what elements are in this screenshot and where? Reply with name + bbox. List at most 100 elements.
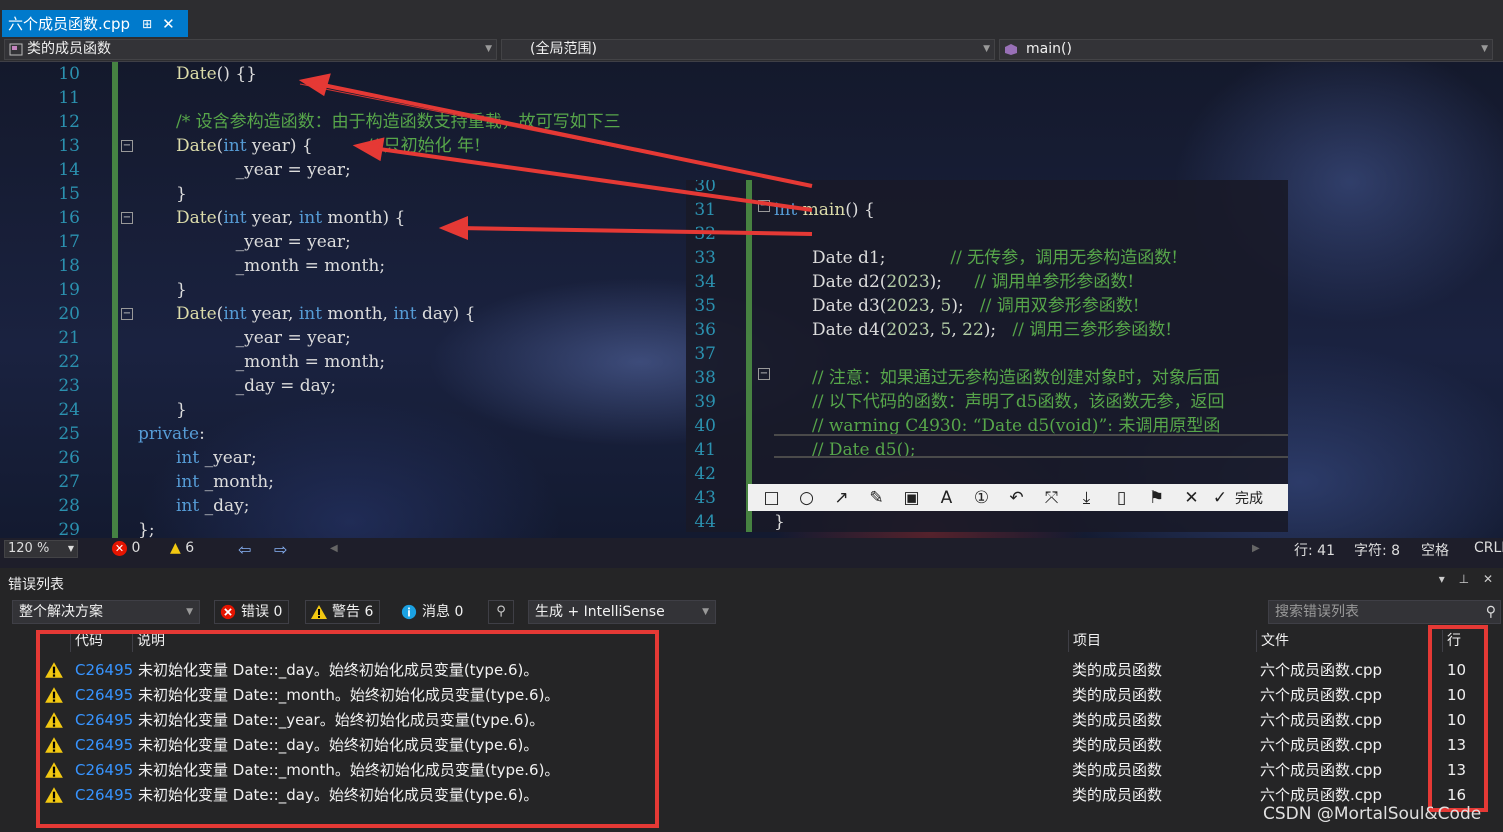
error-list-row[interactable]: C26495 未初始化变量 Date::_day。始终初始化成员变量(type.6… [0, 658, 1503, 683]
warnings-filter-label: 警告 6 [332, 604, 374, 620]
warning-code-link[interactable]: C26495 [75, 708, 133, 733]
editor-status-bar: 120 % ▼ ✕ 0 ▲ 6 ⇦ ⇨ ◀ ▶ 行: 41 字符: 8 空格 CR… [0, 538, 1503, 560]
error-count[interactable]: ✕ 0 [112, 540, 140, 556]
arrow-head [298, 73, 331, 97]
tab-active-file[interactable]: 六个成员函数.cpp ⊞ ✕ [2, 10, 188, 37]
line-ending[interactable]: CRLF [1474, 540, 1503, 556]
zoom-dropdown[interactable]: 120 % ▼ [4, 540, 78, 558]
search-icon[interactable]: ⚲ [1486, 601, 1496, 623]
warning-line: 10 [1447, 711, 1467, 729]
undo-icon[interactable]: ↶ [999, 488, 1034, 508]
filter-icon[interactable]: ⚲ [488, 600, 514, 624]
warning-description: 未初始化变量 Date::_day。始终初始化成员变量(type.6)。 [138, 786, 539, 804]
scope-filter-dropdown[interactable]: 整个解决方案 ▼ [12, 600, 200, 624]
warning-file: 六个成员函数.cpp [1260, 736, 1383, 754]
code-editor[interactable]: 10 Date() {} 11 12/* 设含参构造函数：由于构造函数支持重载，故可写… [0, 62, 1503, 538]
error-search-input[interactable]: 搜索错误列表 ⚲ [1268, 600, 1501, 624]
chevron-down-icon: ▼ [485, 44, 492, 54]
warning-icon [44, 786, 64, 812]
document-tab-bar: 六个成员函数.cpp ⊞ ✕ [0, 0, 1503, 38]
warning-count-value: 6 [185, 540, 195, 556]
errors-filter-label: 错误 0 [241, 604, 283, 620]
column-header-line[interactable]: 行 [1442, 630, 1503, 652]
warning-icon: ▲ [170, 540, 181, 556]
indent-mode[interactable]: 空格 [1421, 540, 1449, 560]
done-button[interactable]: 完成 [1235, 488, 1263, 508]
warning-file: 六个成员函数.cpp [1260, 711, 1383, 729]
bookmark-icon[interactable]: ⚑ [1139, 488, 1174, 508]
member-dropdown[interactable]: main() ▼ [999, 39, 1493, 60]
error-list-row[interactable]: C26495 未初始化变量 Date::_day。始终初始化成员变量(type.6… [0, 733, 1503, 758]
close-icon[interactable]: ✕ [1483, 572, 1493, 586]
arrow-head [438, 216, 468, 240]
snip-toolbar: □ ○ ↗ ✎ ▣ A ① ↶ ⤧ ⤓ ▯ ⚑ ✕ ✓ 完成 [748, 484, 1288, 511]
pin-screen-icon[interactable]: ▯ [1104, 488, 1139, 508]
error-list-title: 错误列表 [8, 577, 64, 593]
warning-code-link[interactable]: C26495 [75, 658, 133, 683]
build-source-dropdown[interactable]: 生成 + IntelliSense ▼ [528, 600, 716, 624]
pin-icon[interactable]: ⊥ [1459, 572, 1469, 586]
error-list-row[interactable]: C26495 未初始化变量 Date::_month。始终初始化成员变量(type… [0, 683, 1503, 708]
column-header-project[interactable]: 项目 [1068, 630, 1256, 652]
error-list-panel: 错误列表 ▾ ⊥ ✕ 整个解决方案 ▼ 错误 0 警告 6 消息 0 ⚲ 生成 … [0, 568, 1503, 832]
chevron-down-icon: ▼ [186, 607, 193, 617]
warning-code-link[interactable]: C26495 [75, 783, 133, 808]
warning-code-link[interactable]: C26495 [75, 683, 133, 708]
navigate-forward-icon[interactable]: ⇨ [274, 540, 287, 559]
scroll-left-icon[interactable]: ◀ [330, 543, 338, 554]
scroll-right-icon[interactable]: ▶ [1252, 543, 1260, 554]
build-source-label: 生成 + IntelliSense [535, 604, 665, 620]
error-list-row[interactable]: C26495 未初始化变量 Date::_year。始终初始化成员变量(type.… [0, 708, 1503, 733]
search-placeholder: 搜索错误列表 [1275, 604, 1359, 620]
warning-line: 13 [1447, 736, 1467, 754]
chevron-down-icon: ▼ [1481, 44, 1488, 54]
rectangle-icon[interactable]: □ [754, 488, 789, 508]
arrow-d2 [371, 146, 813, 212]
error-icon [220, 604, 236, 620]
chevron-down-icon: ▼ [702, 607, 709, 617]
warning-file: 六个成员函数.cpp [1260, 661, 1383, 679]
column-header-description[interactable]: 说明 [132, 630, 1068, 652]
scope-dropdown[interactable]: (全局范围) ▼ [501, 39, 995, 60]
tab-filename: 六个成员函数.cpp [8, 15, 131, 33]
pin-icon[interactable]: ⊞ [142, 17, 152, 31]
close-icon[interactable]: ✕ [162, 15, 175, 33]
error-icon: ✕ [112, 541, 127, 556]
warning-line: 10 [1447, 686, 1467, 704]
number-icon[interactable]: ① [964, 488, 999, 508]
project-dropdown[interactable]: 类的成员函数 ▼ [4, 39, 497, 60]
circle-icon[interactable]: ○ [789, 488, 824, 508]
warning-icon [311, 605, 327, 619]
error-list-row[interactable]: C26495 未初始化变量 Date::_month。始终初始化成员变量(type… [0, 758, 1503, 783]
cancel-icon[interactable]: ✕ [1174, 488, 1209, 508]
warning-file: 六个成员函数.cpp [1260, 761, 1383, 779]
warning-project: 类的成员函数 [1072, 736, 1163, 754]
ocr-icon[interactable]: ⤧ [1034, 488, 1069, 508]
errors-filter-button[interactable]: 错误 0 [214, 600, 290, 624]
error-list-toolbar: 整个解决方案 ▼ 错误 0 警告 6 消息 0 ⚲ 生成 + IntelliSe… [0, 598, 1503, 628]
dropdown-icon[interactable]: ▾ [1439, 572, 1445, 586]
messages-filter-button[interactable]: 消息 0 [395, 600, 470, 624]
project-dropdown-label: 类的成员函数 [27, 41, 111, 57]
warning-count[interactable]: ▲ 6 [170, 540, 194, 556]
download-icon[interactable]: ⤓ [1069, 488, 1104, 508]
warning-file: 六个成员函数.cpp [1260, 686, 1383, 704]
member-dropdown-label: main() [1026, 41, 1072, 57]
arrow-icon[interactable]: ↗ [824, 488, 859, 508]
check-icon: ✓ [1212, 487, 1228, 508]
warning-code-link[interactable]: C26495 [75, 733, 133, 758]
warning-code-link[interactable]: C26495 [75, 758, 133, 783]
mosaic-icon[interactable]: ▣ [894, 488, 929, 508]
warning-project: 类的成员函数 [1072, 661, 1163, 679]
warning-project: 类的成员函数 [1072, 786, 1163, 804]
zoom-level: 120 % [8, 541, 50, 556]
warning-description: 未初始化变量 Date::_day。始终初始化成员变量(type.6)。 [138, 661, 539, 679]
arrow-head [352, 137, 385, 162]
warnings-filter-button[interactable]: 警告 6 [305, 600, 381, 624]
column-header-code[interactable]: 代码 [70, 630, 132, 652]
navigate-back-icon[interactable]: ⇦ [238, 540, 251, 559]
column-header-file[interactable]: 文件 [1256, 630, 1442, 652]
warning-description: 未初始化变量 Date::_month。始终初始化成员变量(type.6)。 [138, 761, 560, 779]
text-icon[interactable]: A [929, 488, 964, 508]
pen-icon[interactable]: ✎ [859, 488, 894, 508]
